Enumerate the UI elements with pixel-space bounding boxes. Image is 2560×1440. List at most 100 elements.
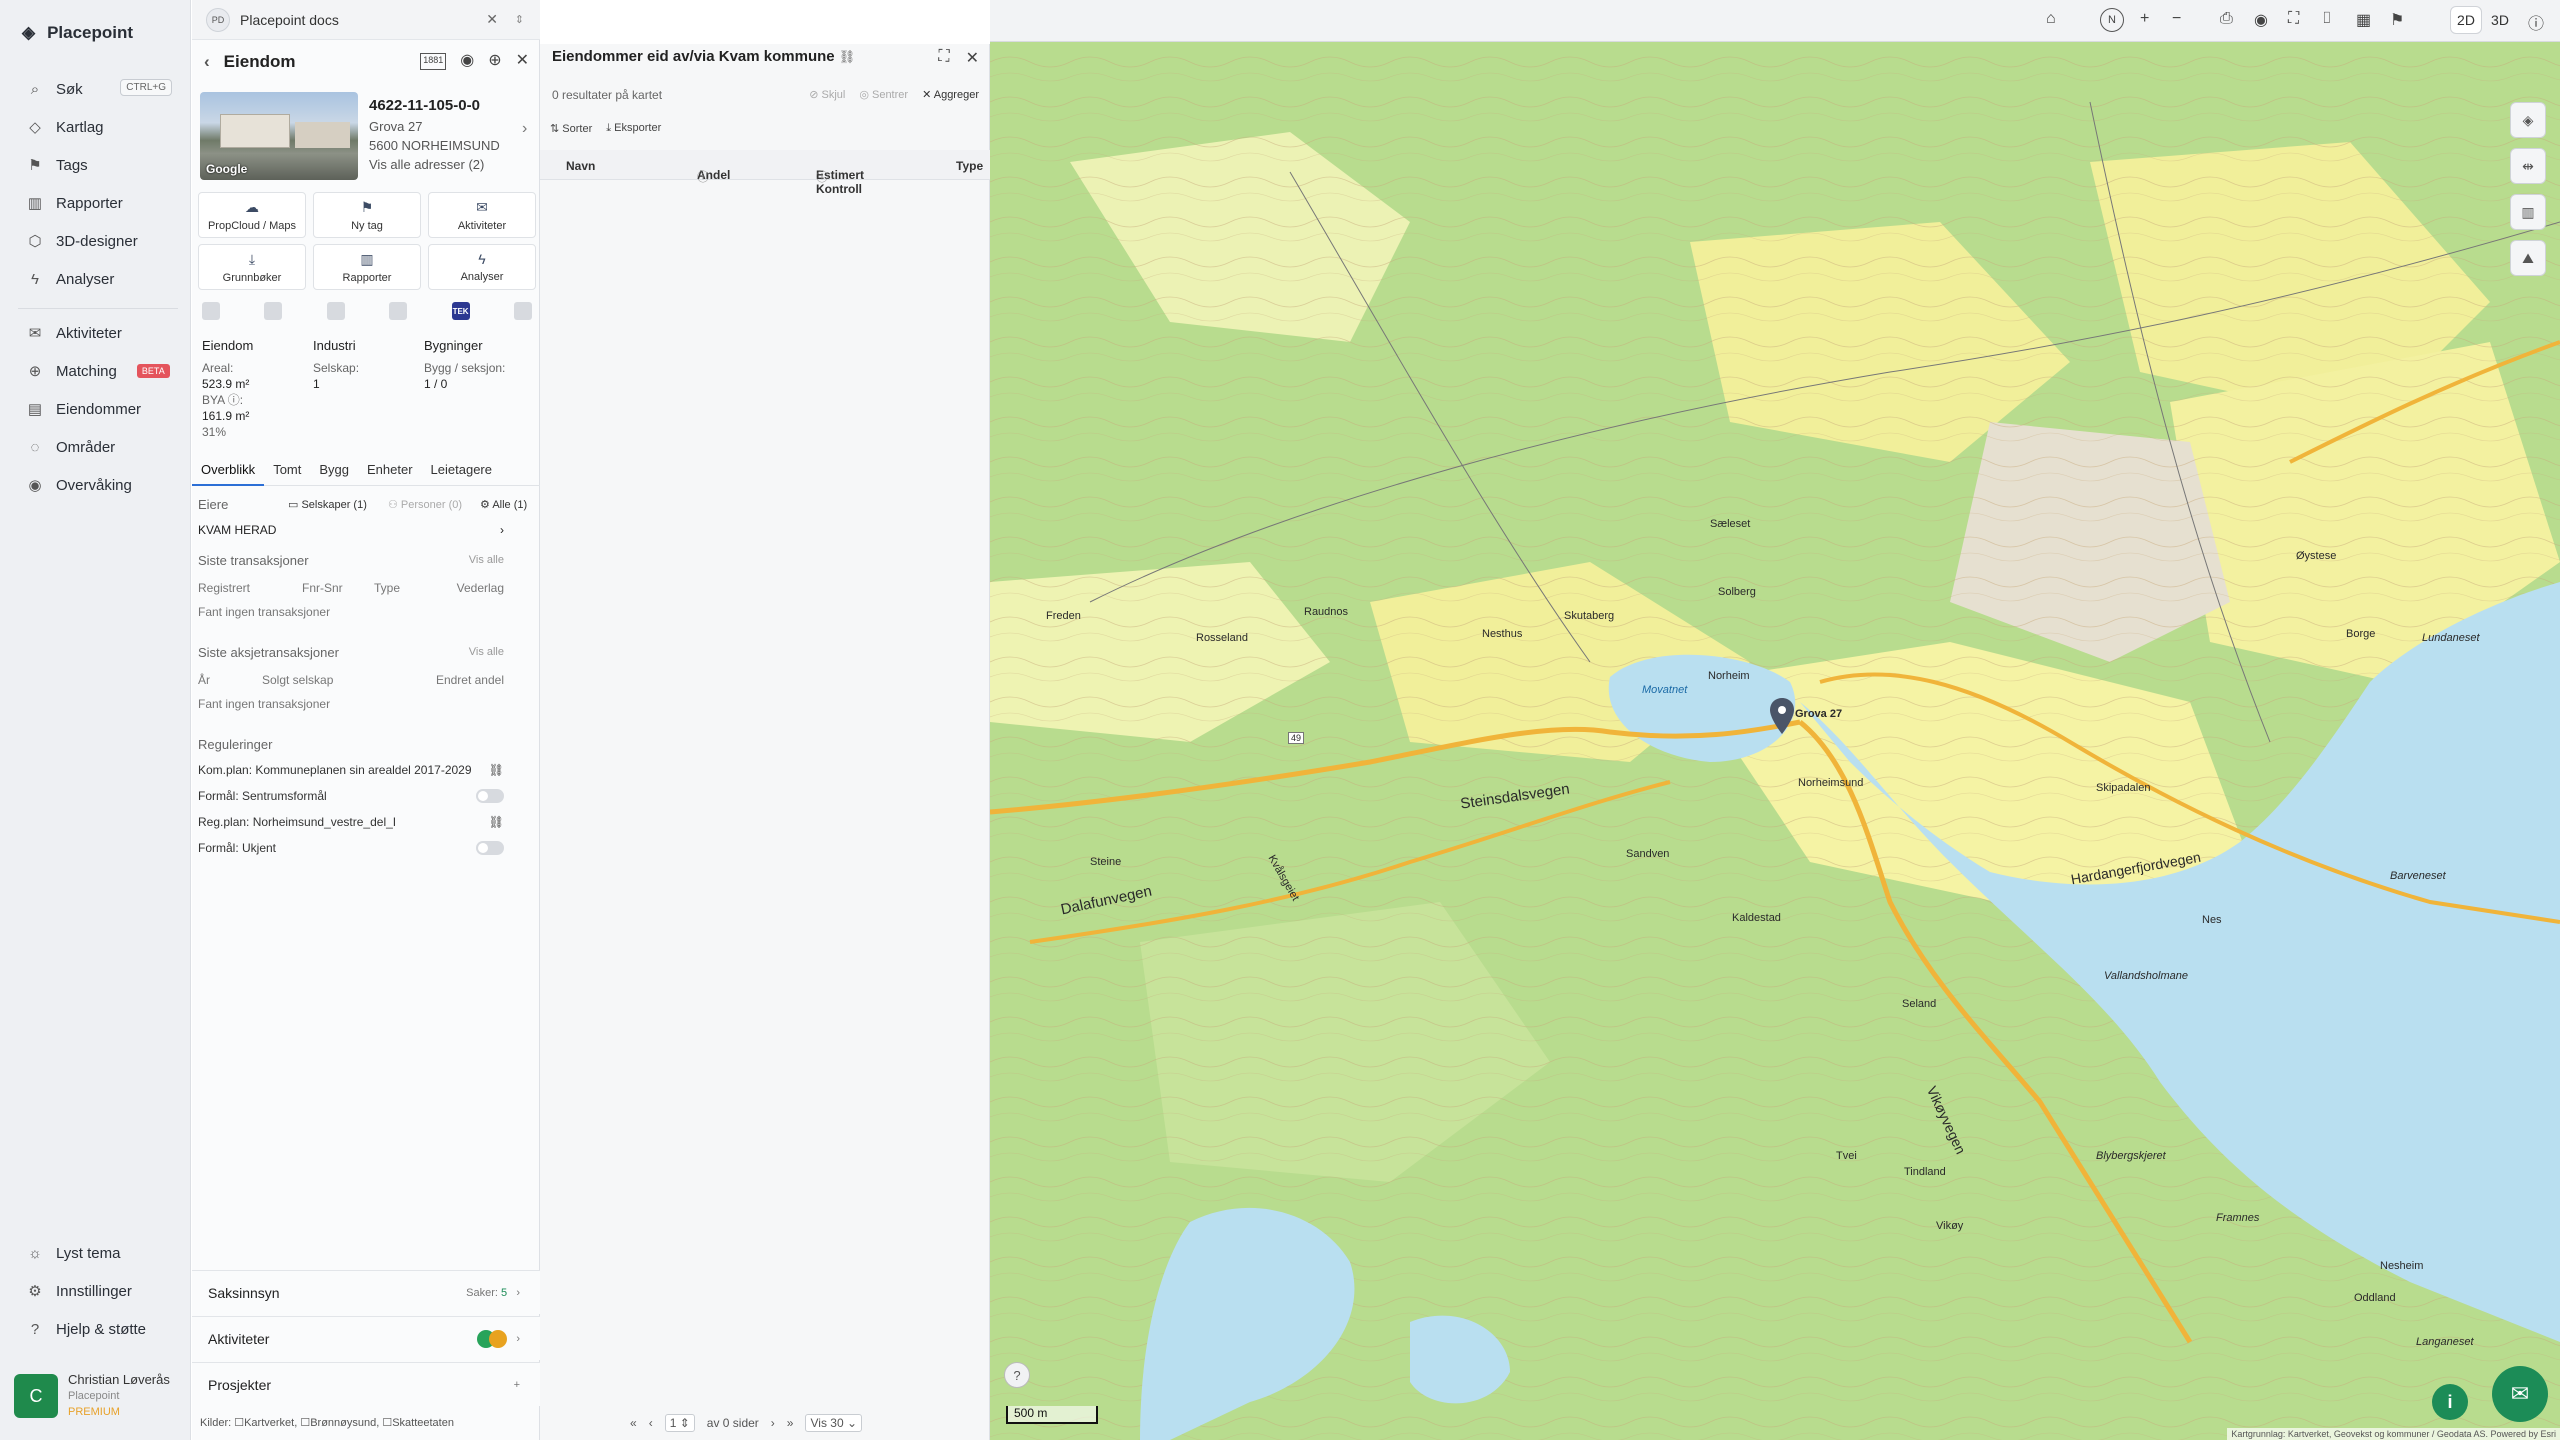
purpose-toggle[interactable] xyxy=(476,789,504,803)
hide-button[interactable]: ⊘ Skjul xyxy=(809,88,845,101)
saksinnsyn-row[interactable]: Saksinnsyn Saker: 5 › xyxy=(192,1270,540,1314)
nav-analyser[interactable]: ϟ Analyser xyxy=(0,264,190,294)
bookmark-icon[interactable]: ⚑ xyxy=(2390,10,2404,30)
next-page-icon[interactable]: › xyxy=(771,1416,775,1430)
doc-selector[interactable]: PD Placepoint docs ✕ ⇕ xyxy=(192,0,540,40)
sort-button[interactable]: ⇅ Sorter xyxy=(550,122,592,135)
last-page-icon[interactable]: » xyxy=(787,1416,794,1430)
grid-icon[interactable]: ▦ xyxy=(2356,10,2371,30)
tab-bygg[interactable]: Bygg xyxy=(310,460,358,486)
nav-omrader[interactable]: ◌ Områder xyxy=(0,432,190,462)
prosjekter-row[interactable]: Prosjekter + xyxy=(192,1362,540,1406)
companies-filter[interactable]: ▭ Selskaper (1) xyxy=(288,498,367,511)
all-addresses-link[interactable]: Vis alle adresser (2) xyxy=(369,155,500,174)
back-icon[interactable]: ‹ xyxy=(204,52,210,72)
layers-tool-icon[interactable]: ◈ xyxy=(2510,102,2546,138)
tab-tomt[interactable]: Tomt xyxy=(264,460,310,486)
close-icon[interactable]: ✕ xyxy=(516,50,529,70)
source-icon[interactable] xyxy=(202,302,220,320)
user-card[interactable]: C Christian Løverås Placepoint PREMIUM xyxy=(14,1370,184,1422)
zoom-out-icon[interactable]: − xyxy=(2172,10,2181,28)
chart-tool-icon[interactable]: ▥ xyxy=(2510,194,2546,230)
measure-tool-icon[interactable]: ⇹ xyxy=(2510,148,2546,184)
page-input[interactable]: 1 ⇕ xyxy=(664,1414,695,1432)
export-button[interactable]: ⤓ Eksporter xyxy=(606,122,661,135)
nav-rapporter[interactable]: ▥ Rapporter xyxy=(0,188,190,218)
brand[interactable]: ◈ Placepoint xyxy=(22,22,133,44)
mode-3d-button[interactable]: 3D xyxy=(2484,6,2516,34)
section-title: Siste aksjetransaksjoner xyxy=(198,644,339,660)
page-size-select[interactable]: Vis 30 ⌄ xyxy=(805,1414,863,1432)
nav-overvaking[interactable]: ◉ Overvåking xyxy=(0,470,190,500)
link-icon[interactable]: ⛓ xyxy=(839,49,856,64)
owner-row[interactable]: KVAM HERAD › xyxy=(198,520,534,540)
nav-3d-designer[interactable]: ⬡ 3D-designer xyxy=(0,226,190,256)
eye-icon[interactable]: ◉ xyxy=(460,50,474,70)
tab-overblikk[interactable]: Overblikk xyxy=(192,460,265,486)
nav-aktiviteter[interactable]: ✉ Aktiviteter xyxy=(0,318,190,348)
zoom-in-icon[interactable]: + xyxy=(2140,10,2149,28)
tile-rapporter[interactable]: ▥ Rapporter xyxy=(313,244,421,290)
help-icon[interactable]: ? xyxy=(1004,1362,1030,1388)
source-icon[interactable] xyxy=(264,302,283,320)
add-icon[interactable]: ⊕ xyxy=(488,50,501,70)
camera-icon[interactable]: ⌷ xyxy=(2322,10,2332,28)
aktiviteter-row[interactable]: Aktiviteter › xyxy=(192,1316,540,1360)
regplan-row[interactable]: Reg.plan: Norheimsund_vestre_del_I ⛓ xyxy=(198,812,534,832)
nav-help[interactable]: ? Hjelp & støtte xyxy=(0,1314,190,1344)
purpose-toggle[interactable] xyxy=(476,841,504,855)
mode-2d-button[interactable]: 2D xyxy=(2450,6,2482,34)
kommuneplan-row[interactable]: Kom.plan: Kommuneplanen sin arealdel 201… xyxy=(198,760,534,780)
nav-matching[interactable]: ⊕ Matching BETA xyxy=(0,356,190,386)
see-all-link[interactable]: Vis alle xyxy=(469,646,504,658)
tile-grunnboker[interactable]: ⤓ Grunnbøker xyxy=(198,244,306,290)
add-icon[interactable]: + xyxy=(514,1379,520,1391)
fullscreen-icon[interactable]: ⛶ xyxy=(2288,10,2299,28)
tab-enheter[interactable]: Enheter xyxy=(358,460,422,486)
sort-icon[interactable]: ⇕ xyxy=(515,13,524,26)
close-icon[interactable]: ✕ xyxy=(966,48,979,68)
source-icon[interactable] xyxy=(513,302,532,320)
nav-kartlag[interactable]: ◇ Kartlag xyxy=(0,112,190,142)
nav-label: Tags xyxy=(56,156,88,174)
col-header[interactable]: Type xyxy=(956,159,983,173)
chevron-right-icon[interactable]: › xyxy=(522,120,527,138)
link-icon[interactable]: ⛓ xyxy=(489,815,504,829)
nav-search[interactable]: ⌕ Søk CTRL+G xyxy=(0,74,190,104)
first-page-icon[interactable]: « xyxy=(630,1416,637,1430)
source-icon[interactable] xyxy=(326,302,345,320)
nav-settings[interactable]: ⚙ Innstillinger xyxy=(0,1276,190,1306)
tile-aktiviteter[interactable]: ✉ Aktiviteter xyxy=(428,192,536,238)
tile-analyser[interactable]: ϟ Analyser xyxy=(428,244,536,290)
1881-icon[interactable]: 1881 xyxy=(420,53,447,70)
info-button[interactable]: i xyxy=(2432,1384,2468,1420)
see-all-link[interactable]: Vis alle xyxy=(469,554,504,566)
compass-icon[interactable]: N xyxy=(2100,8,2124,32)
center-button[interactable]: ◎ Sentrer xyxy=(859,88,908,101)
tile-propcloud[interactable]: ☁ PropCloud / Maps xyxy=(198,192,306,238)
eye-icon[interactable]: ◉ xyxy=(2254,10,2268,30)
all-filter[interactable]: ⚙ Alle (1) xyxy=(480,498,527,511)
location-pin-icon[interactable] xyxy=(1770,698,1794,734)
info-icon[interactable]: ⓘ xyxy=(2528,10,2544,34)
aggregate-button[interactable]: ✕ Aggreger xyxy=(922,88,979,101)
tab-leietagere[interactable]: Leietagere xyxy=(422,460,501,486)
nav-eiendommer[interactable]: ▤ Eiendommer xyxy=(0,394,190,424)
tek-icon[interactable]: TEK xyxy=(451,302,470,320)
link-icon[interactable]: ⛓ xyxy=(489,763,504,777)
nav-light-theme[interactable]: ☼ Lyst tema xyxy=(0,1238,190,1268)
nav-tags[interactable]: ⚑ Tags xyxy=(0,150,190,180)
prev-page-icon[interactable]: ‹ xyxy=(649,1416,653,1430)
print-icon[interactable]: ⎙ xyxy=(2220,10,2233,28)
street-view-photo[interactable]: Google xyxy=(200,92,358,180)
source-icon[interactable] xyxy=(389,302,408,320)
col-header[interactable]: Navn xyxy=(566,159,595,173)
tile-ny-tag[interactable]: ⚑ Ny tag xyxy=(313,192,421,238)
map-canvas[interactable]: Grova 27 Steinsdalsvegen Norheimsund Mov… xyxy=(990,42,2560,1440)
persons-filter[interactable]: ⚇ Personer (0) xyxy=(388,498,462,511)
chat-button[interactable]: ✉ xyxy=(2492,1366,2548,1422)
buildings-icon[interactable]: ⌂ xyxy=(2046,10,2056,28)
profile-tool-icon[interactable]: ⛰ xyxy=(2510,240,2546,276)
expand-icon[interactable]: ⛶ xyxy=(938,48,949,68)
close-icon[interactable]: ✕ xyxy=(486,11,498,28)
